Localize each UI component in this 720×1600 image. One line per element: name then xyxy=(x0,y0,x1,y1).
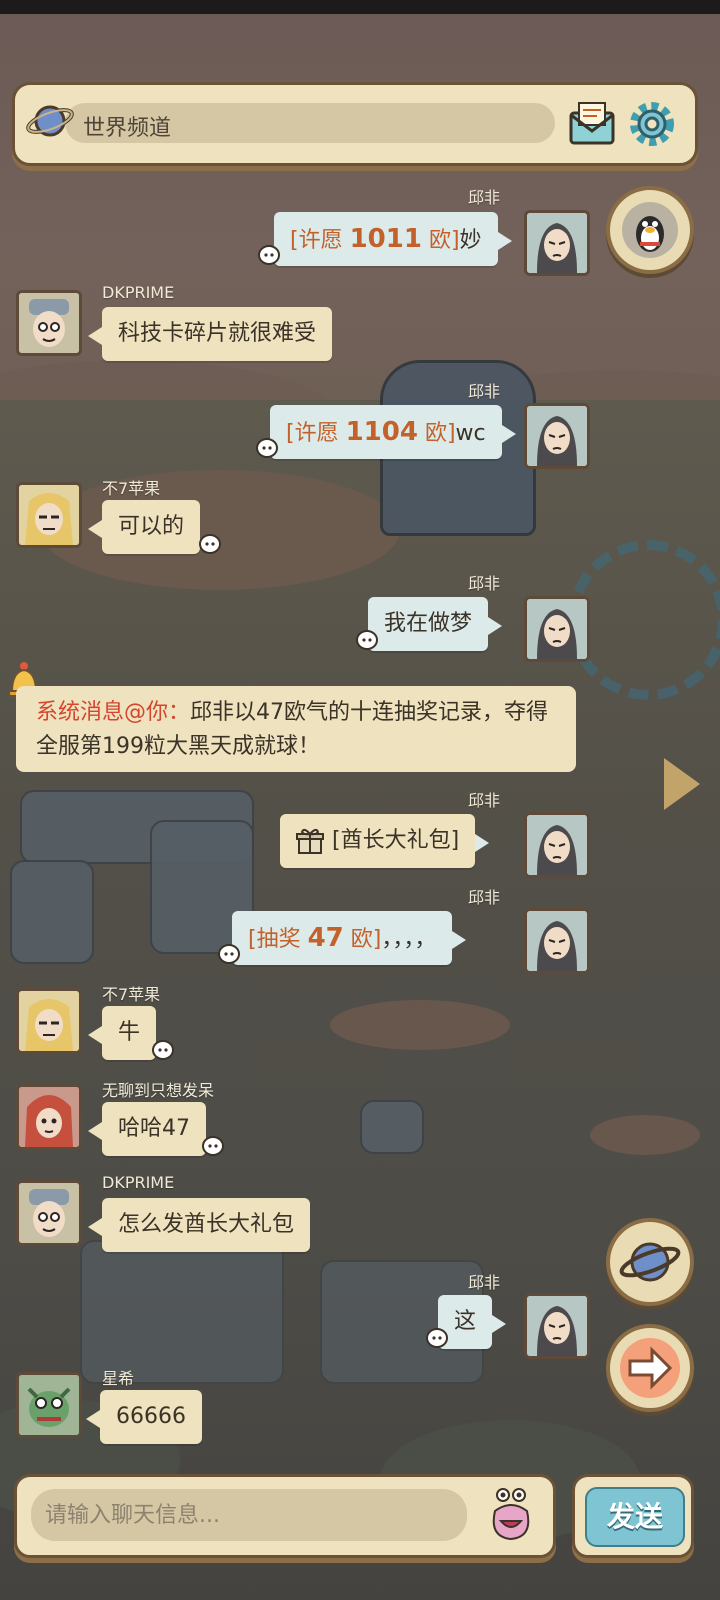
sender-name: DKPRIME xyxy=(102,1173,175,1192)
avatar[interactable] xyxy=(524,210,590,276)
speech-bubble-icon xyxy=(426,1328,448,1348)
avatar[interactable] xyxy=(16,988,82,1054)
speech-bubble-icon xyxy=(258,245,280,265)
system-tag: 系统消息@你： xyxy=(36,700,191,725)
gift-bubble[interactable]: [酋长大礼包] xyxy=(280,814,490,868)
qq-share-button[interactable] xyxy=(606,186,694,274)
sender-name: 邱非 xyxy=(467,1273,500,1292)
chat-bubble: [许愿 1104 欧]wc xyxy=(270,405,516,459)
channel-title: 世界频道 xyxy=(83,116,172,141)
avatar[interactable] xyxy=(524,596,590,662)
sender-name: 星希 xyxy=(102,1369,135,1388)
speech-bubble-icon xyxy=(256,438,278,458)
sender-name: DKPRIME xyxy=(102,283,175,302)
chat-input-bar xyxy=(14,1474,556,1558)
sender-name: 不7苹果 xyxy=(102,985,161,1004)
avatar[interactable] xyxy=(524,812,590,878)
chat-bubble: 哈哈47 xyxy=(88,1102,206,1156)
sender-name: 邱非 xyxy=(467,382,500,401)
world-channel-button[interactable] xyxy=(606,1218,694,1306)
gift-label: [酋长大礼包] xyxy=(332,828,460,853)
sender-name: 邱非 xyxy=(467,188,500,207)
arrow-right-icon xyxy=(620,1338,680,1398)
system-message: 系统消息@你：邱非以47欧气的十连抽奖记录，夺得全服第199粒大黑天成就球！ xyxy=(16,686,576,772)
gear-icon[interactable] xyxy=(627,99,677,149)
sender-name: 邱非 xyxy=(467,791,500,810)
sender-name: 邱非 xyxy=(467,574,500,593)
avatar[interactable] xyxy=(16,1180,82,1246)
expand-arrow[interactable] xyxy=(664,758,700,810)
chat-bubble: 66666 xyxy=(86,1390,202,1444)
speech-bubble-icon xyxy=(218,944,240,964)
chat-bubble: [许愿 1011 欧]妙 xyxy=(274,212,512,266)
chat-input[interactable] xyxy=(31,1489,467,1541)
chat-bubble: 牛 xyxy=(87,1006,157,1060)
sender-name: 邱非 xyxy=(467,888,500,907)
avatar[interactable] xyxy=(16,1372,82,1438)
planet-icon[interactable] xyxy=(25,99,75,143)
send-button[interactable]: 发送 xyxy=(585,1487,685,1547)
chat-bubble: 我在做梦 xyxy=(368,597,503,651)
mail-icon[interactable] xyxy=(567,99,617,149)
chat-bubble: 可以的 xyxy=(87,500,201,554)
speech-bubble-icon xyxy=(152,1040,174,1060)
speech-bubble-icon xyxy=(199,534,221,554)
avatar[interactable] xyxy=(524,403,590,469)
qq-penguin-icon xyxy=(622,202,678,258)
chat-bubble: 怎么发酋长大礼包 xyxy=(87,1198,311,1252)
chat-bubble: [抽奖 47 欧]，，，， xyxy=(232,911,467,965)
avatar[interactable] xyxy=(524,908,590,974)
speech-bubble-icon xyxy=(202,1136,224,1156)
avatar[interactable] xyxy=(524,1293,590,1359)
gift-icon xyxy=(296,828,324,854)
avatar[interactable] xyxy=(16,1084,82,1150)
sender-name: 无聊到只想发呆 xyxy=(102,1081,215,1100)
planet-icon xyxy=(619,1242,681,1282)
avatar[interactable] xyxy=(16,290,82,356)
chat-bubble: 科技卡碎片就很难受 xyxy=(87,307,333,361)
speech-bubble-icon xyxy=(356,630,378,650)
channel-header: 世界频道 xyxy=(12,82,698,166)
emoji-icon[interactable] xyxy=(485,1487,537,1543)
avatar[interactable] xyxy=(16,482,82,548)
next-button[interactable] xyxy=(606,1324,694,1412)
send-button-frame: 发送 xyxy=(572,1474,694,1558)
sender-name: 不7苹果 xyxy=(102,479,161,498)
